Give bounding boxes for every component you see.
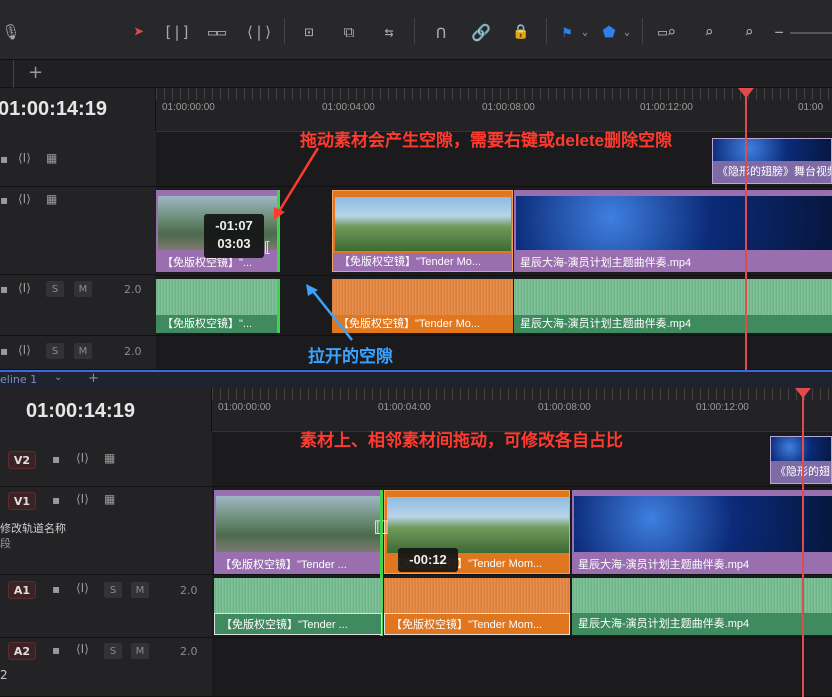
chevron-down-icon[interactable]: ⌄ [54, 372, 62, 383]
solo-button[interactable]: S [104, 643, 122, 659]
a1-clip-1[interactable]: 【免版权空镜】"Tender ... [214, 578, 382, 635]
ruler-label: 01:00:12:00 [696, 402, 749, 413]
clip-label: 《隐形的翅 [771, 461, 831, 483]
auto-select-icon[interactable]: ⟨I⟩ [76, 492, 89, 506]
track-name-a1[interactable]: A1 [8, 581, 36, 599]
ruler-label: 01:00:08:00 [538, 402, 591, 413]
clip-label: 【免版权空镜】"Tender Mom... [384, 613, 570, 635]
clip-label: 【免版权空镜】"Tender ... [214, 556, 382, 574]
roll-cursor-icon: ⟦⟧ [374, 518, 389, 536]
annotation-arrow-blue [311, 289, 353, 341]
ruler-label: 01:00:00:00 [218, 402, 271, 413]
auto-select-icon[interactable]: ⟨I⟩ [76, 451, 89, 465]
solo-button[interactable]: S [104, 582, 122, 598]
track-name-hint: 修改轨道名称 [0, 522, 66, 535]
track-name-a2[interactable]: A2 [8, 642, 36, 660]
roll-tooltip: -00:12 [398, 548, 458, 572]
a1-clip-3[interactable]: 星辰大海-演员计划主题曲伴奏.mp4 [572, 578, 832, 635]
clip-label: 【免版权空镜】"Tender ... [214, 613, 382, 635]
bottom-track-v1-header: V1 ▪ ⟨I⟩ ▦ 修改轨道名称 段 [0, 487, 212, 575]
track-name-v2[interactable]: V2 [8, 451, 36, 469]
clip-thumbnail [574, 496, 832, 552]
track-volume: 2.0 [180, 645, 198, 658]
lock-icon[interactable]: ▪ [52, 643, 60, 657]
track-volume: 2.0 [180, 584, 198, 597]
bottom-lane-a2 [212, 638, 832, 697]
v1-clip-1[interactable]: 【免版权空镜】"Tender ... [214, 490, 382, 574]
bottom-timecode: 01:00:14:19 [26, 400, 135, 422]
auto-select-icon[interactable]: ⟨I⟩ [76, 581, 89, 595]
clip-label: 星辰大海-演员计划主题曲伴奏.mp4 [572, 613, 832, 635]
annotation-arrow-red [276, 147, 320, 214]
track-visibility-icon[interactable]: ▦ [104, 451, 115, 465]
clip-label: 星辰大海-演员计划主题曲伴奏.mp4 [572, 556, 832, 574]
lock-icon[interactable]: ▪ [52, 452, 60, 466]
ruler-ticks [212, 388, 832, 400]
timeline-tab-label[interactable]: eline 1 [0, 373, 37, 386]
v1-clip-3[interactable]: 星辰大海-演员计划主题曲伴奏.mp4 [572, 490, 832, 574]
track-visibility-icon[interactable]: ▦ [104, 492, 115, 506]
track-name-hint-sub: 段 [0, 537, 11, 550]
mute-button[interactable]: M [131, 643, 149, 659]
playhead-line[interactable] [802, 396, 804, 697]
bottom-track-v2-header: V2 ▪ ⟨I⟩ ▦ [0, 432, 212, 487]
mute-button[interactable]: M [131, 582, 149, 598]
ruler-label: 01:00:04:00 [378, 402, 431, 413]
annotation-red-bottom: 素材上、相邻素材间拖动，可修改各自占比 [300, 431, 623, 450]
bottom-track-a1-header: A1 ▪ ⟨I⟩ S M 2.0 [0, 575, 212, 638]
lock-icon[interactable]: ▪ [52, 582, 60, 596]
track-name-v1[interactable]: V1 [8, 492, 36, 510]
v2-clip[interactable]: 《隐形的翅 [770, 436, 832, 484]
bottom-track-a2-header: A2 ▪ ⟨I⟩ S M 2.0 2 [0, 638, 212, 697]
lock-icon[interactable]: ▪ [52, 493, 60, 507]
add-timeline-icon[interactable]: + [88, 371, 99, 386]
clip-thumbnail [216, 496, 380, 552]
a1-clip-2[interactable]: 【免版权空镜】"Tender Mom... [384, 578, 570, 635]
bottom-tab-bar: eline 1 ⌄ + [0, 370, 832, 388]
auto-select-icon[interactable]: ⟨I⟩ [76, 642, 89, 656]
clip-thumbnail [387, 497, 569, 553]
track-number: 2 [0, 668, 8, 682]
